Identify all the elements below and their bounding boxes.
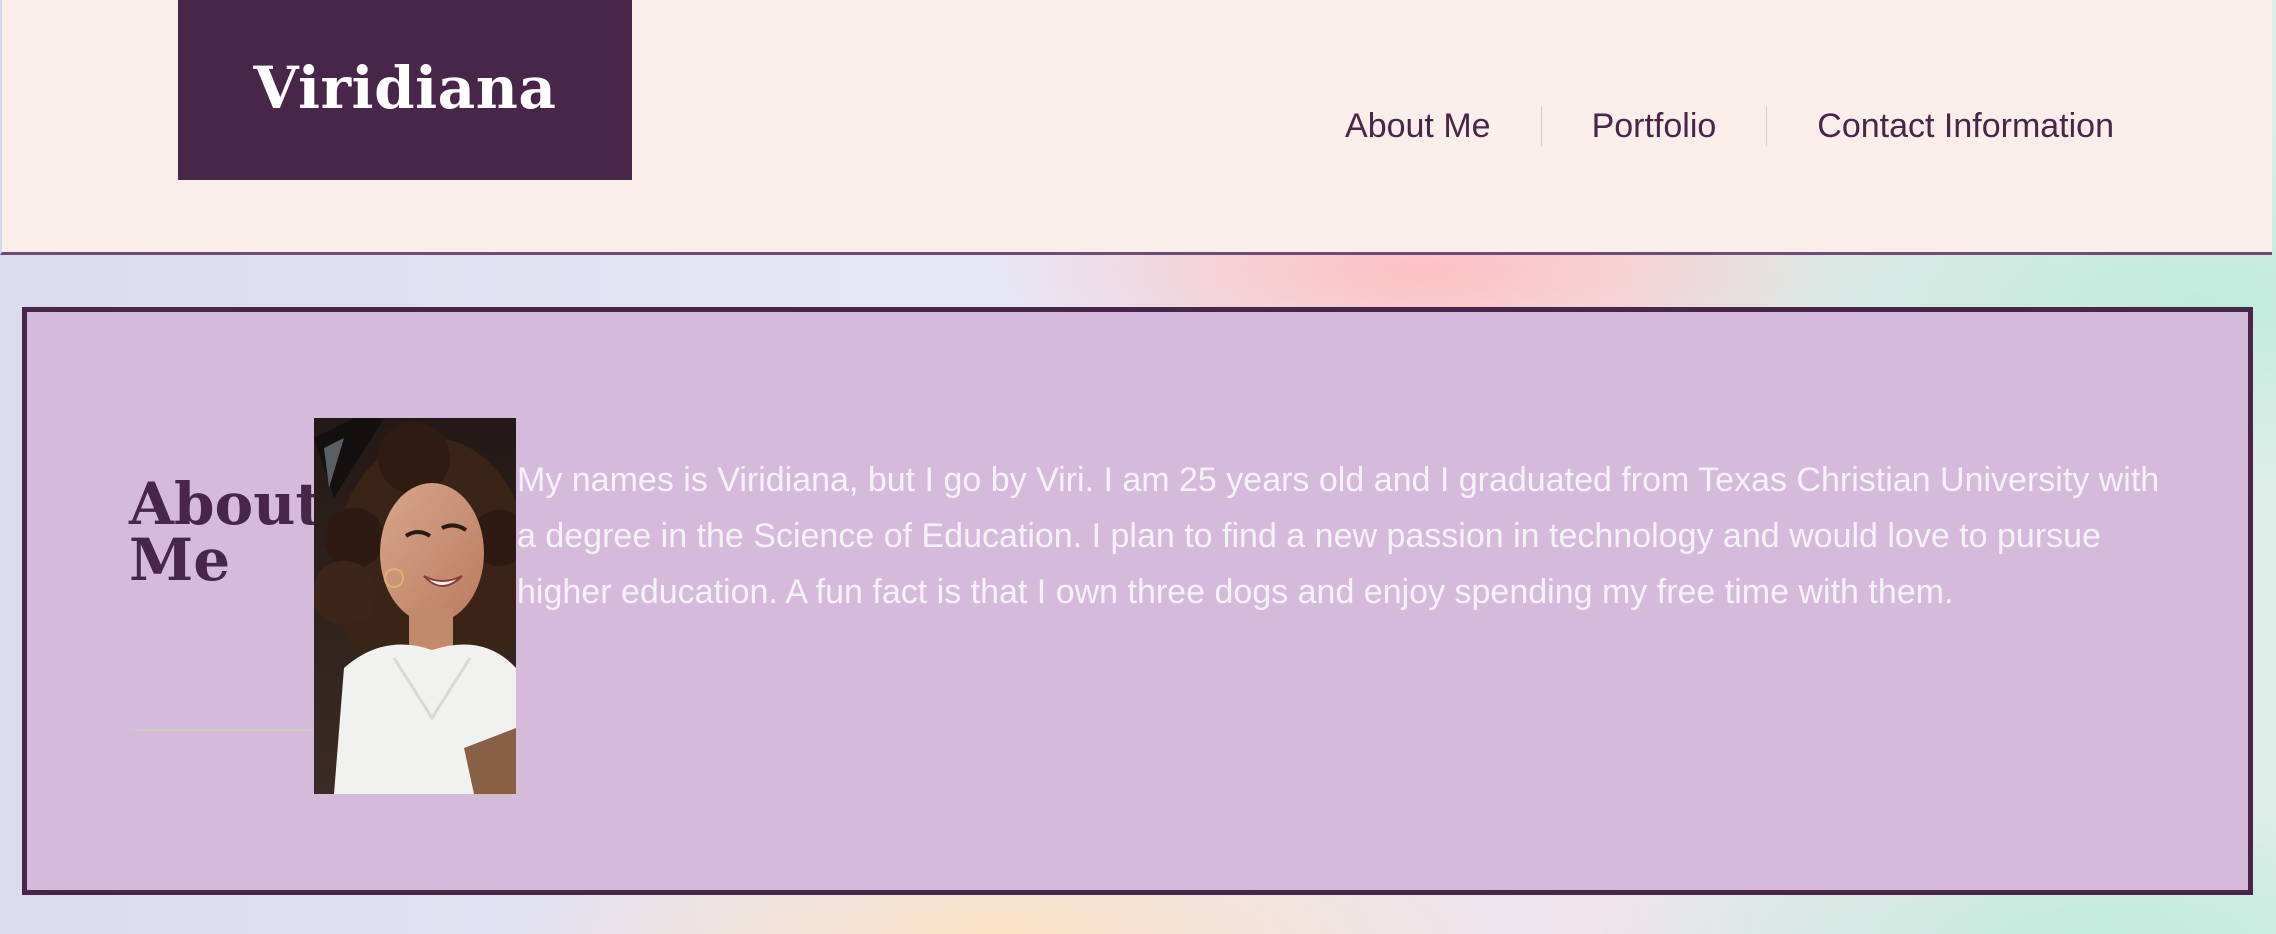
about-divider [131, 729, 331, 731]
brand-logo[interactable]: Viridiana [178, 0, 632, 180]
nav-link-contact-information[interactable]: Contact Information [1766, 106, 2114, 146]
about-section: About Me My names is Viridiana, but I go… [22, 307, 2253, 895]
about-paragraph: My names is Viridiana, but I go by Viri.… [517, 461, 2160, 611]
main-nav: About Me Portfolio Contact Information [1345, 104, 2114, 148]
brand-name: Viridiana [253, 54, 557, 122]
nav-link-about-me[interactable]: About Me [1345, 106, 1541, 146]
nav-link-portfolio[interactable]: Portfolio [1540, 106, 1767, 146]
site-header: Viridiana About Me Portfolio Contact Inf… [0, 0, 2272, 255]
portrait-image [314, 418, 516, 794]
about-heading: About Me [129, 470, 323, 594]
profile-photo [314, 418, 516, 794]
